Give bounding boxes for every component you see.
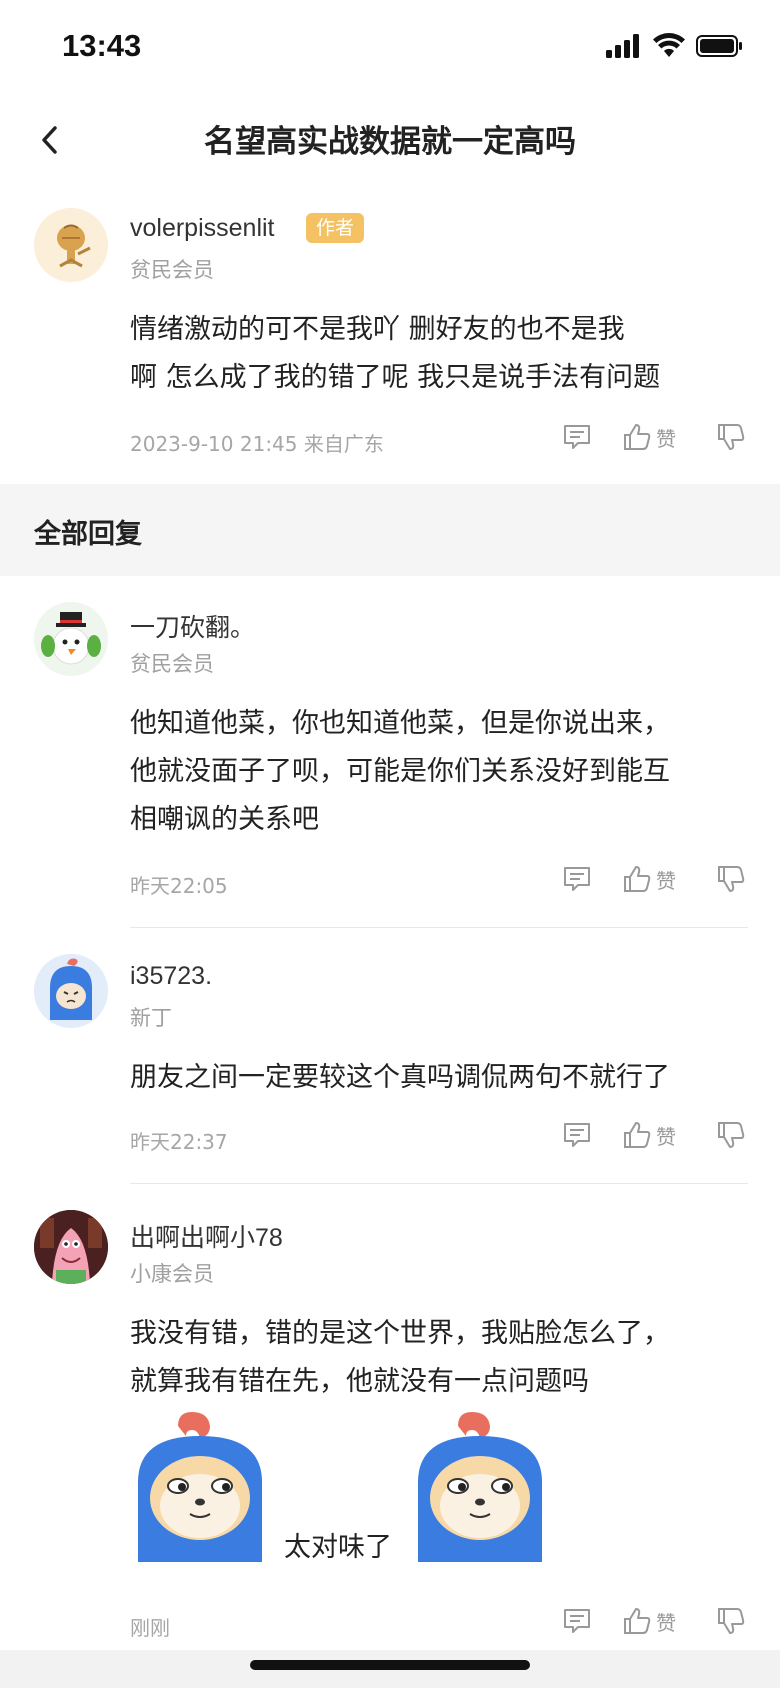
status-time: 13:43 xyxy=(62,28,142,63)
thumbs-down-icon xyxy=(718,866,745,892)
reply-body: 我没有错，错的是这个世界，我贴脸怎么了， 就算我有错在先，他就没有一点问题吗 xyxy=(130,1310,750,1406)
avatar[interactable] xyxy=(34,1210,108,1284)
reply-actions: 赞 xyxy=(562,1120,746,1150)
reply-body-line: 相嘲讽的关系吧 xyxy=(130,804,319,835)
dislike-button[interactable] xyxy=(716,422,746,452)
divider xyxy=(130,1183,748,1184)
member-level: 贫民会员 xyxy=(130,258,214,282)
thumbs-up-icon xyxy=(624,866,651,892)
reply-actions: 赞 xyxy=(562,864,746,894)
reply-actions: 赞 xyxy=(562,1606,746,1636)
battery-icon xyxy=(696,35,742,57)
comment-button[interactable] xyxy=(562,422,592,452)
sticker-row: 太对味了 xyxy=(130,1410,600,1563)
sticker-image[interactable] xyxy=(410,1410,560,1562)
reply-timestamp: 昨天22:05 xyxy=(130,874,228,898)
sticker-image[interactable] xyxy=(130,1410,280,1562)
page-title: 名望高实战数据就一定高吗 xyxy=(204,124,576,160)
reply-body-line: 他就没面子了呗，可能是你们关系没好到能互 xyxy=(130,756,670,787)
like-label: 赞 xyxy=(656,1124,676,1149)
status-bar: 13:43 xyxy=(0,0,780,100)
like-label: 赞 xyxy=(656,1610,676,1635)
avatar-image xyxy=(34,208,108,282)
reply-item: i35723. 新丁 朋友之间一定要较这个真吗调侃两句不就行了 昨天22:37 … xyxy=(0,950,780,1180)
post-timestamp: 2023-9-10 21:45 来自广东 xyxy=(130,432,384,456)
comment-icon xyxy=(564,1123,590,1147)
avatar[interactable] xyxy=(34,954,108,1028)
home-indicator[interactable] xyxy=(250,1660,530,1670)
reply-body: 他知道他菜，你也知道他菜，但是你说出来， 他就没面子了呗，可能是你们关系没好到能… xyxy=(130,700,750,844)
comment-button[interactable] xyxy=(562,1120,592,1150)
comment-icon xyxy=(564,425,590,449)
avatar-image xyxy=(34,1210,108,1284)
comment-button[interactable] xyxy=(562,1606,592,1636)
username[interactable]: volerpissenlit xyxy=(130,214,275,243)
post-body: 情绪激动的可不是我吖 删好友的也不是我 啊 怎么成了我的错了呢 我只是说手法有问… xyxy=(130,306,750,402)
like-button[interactable]: 赞 xyxy=(622,1606,676,1636)
thumbs-up-icon xyxy=(624,1608,651,1634)
post-body-line: 啊 怎么成了我的错了呢 我只是说手法有问题 xyxy=(130,362,661,393)
like-label: 赞 xyxy=(656,426,676,451)
thumbs-up-icon xyxy=(624,1122,651,1148)
like-label: 赞 xyxy=(656,868,676,893)
username[interactable]: 出啊出啊小78 xyxy=(130,1218,283,1254)
post-body-line: 情绪激动的可不是我吖 删好友的也不是我 xyxy=(130,314,625,345)
avatar-image xyxy=(34,954,108,1028)
comment-icon xyxy=(564,1609,590,1633)
thumbs-up-icon xyxy=(624,424,651,450)
like-button[interactable]: 赞 xyxy=(622,864,676,894)
reply-body-line: 朋友之间一定要较这个真吗调侃两句不就行了 xyxy=(130,1062,670,1093)
avatar[interactable] xyxy=(34,208,108,282)
member-level: 贫民会员 xyxy=(130,652,214,676)
comment-icon xyxy=(564,867,590,891)
avatar-image xyxy=(34,602,108,676)
reply-timestamp: 昨天22:37 xyxy=(130,1130,228,1154)
author-badge: 作者 xyxy=(306,213,365,243)
reply-body-line: 我没有错，错的是这个世界，我贴脸怎么了， xyxy=(130,1318,670,1349)
like-button[interactable]: 赞 xyxy=(622,1120,676,1150)
reply-item: 出啊出啊小78 小康会员 我没有错，错的是这个世界，我贴脸怎么了， 就算我有错在… xyxy=(0,1206,780,1646)
thumbs-down-icon xyxy=(718,1122,745,1148)
original-post: volerpissenlit 作者 贫民会员 情绪激动的可不是我吖 删好友的也不… xyxy=(0,200,780,484)
section-title: 全部回复 xyxy=(34,519,142,550)
reply-body-line: 他知道他菜，你也知道他菜，但是你说出来， xyxy=(130,708,670,739)
reply-item: 一刀砍翻。 贫民会员 他知道他菜，你也知道他菜，但是你说出来， 他就没面子了呗，… xyxy=(0,596,780,926)
avatar[interactable] xyxy=(34,602,108,676)
like-button[interactable]: 赞 xyxy=(622,422,676,452)
wifi-icon xyxy=(653,33,685,57)
replies-section-header: 全部回复 xyxy=(0,484,780,576)
dislike-button[interactable] xyxy=(716,1606,746,1636)
member-level: 小康会员 xyxy=(130,1262,214,1286)
nav-bar: 名望高实战数据就一定高吗 xyxy=(0,100,780,180)
reply-body-line: 就算我有错在先，他就没有一点问题吗 xyxy=(130,1366,589,1397)
dislike-button[interactable] xyxy=(716,1120,746,1150)
divider xyxy=(130,927,748,928)
signal-icon xyxy=(606,34,639,58)
username[interactable]: 一刀砍翻。 xyxy=(130,608,255,644)
member-level: 新丁 xyxy=(130,1006,172,1030)
comment-button[interactable] xyxy=(562,864,592,894)
username[interactable]: i35723. xyxy=(130,962,212,991)
reply-timestamp: 刚刚 xyxy=(130,1616,170,1640)
post-actions: 赞 xyxy=(562,422,746,452)
thumbs-down-icon xyxy=(718,1608,745,1634)
sticker-caption: 太对味了 xyxy=(284,1532,392,1563)
status-icons xyxy=(606,33,744,59)
thumbs-down-icon xyxy=(718,424,745,450)
dislike-button[interactable] xyxy=(716,864,746,894)
reply-body: 朋友之间一定要较这个真吗调侃两句不就行了 xyxy=(130,1054,750,1102)
